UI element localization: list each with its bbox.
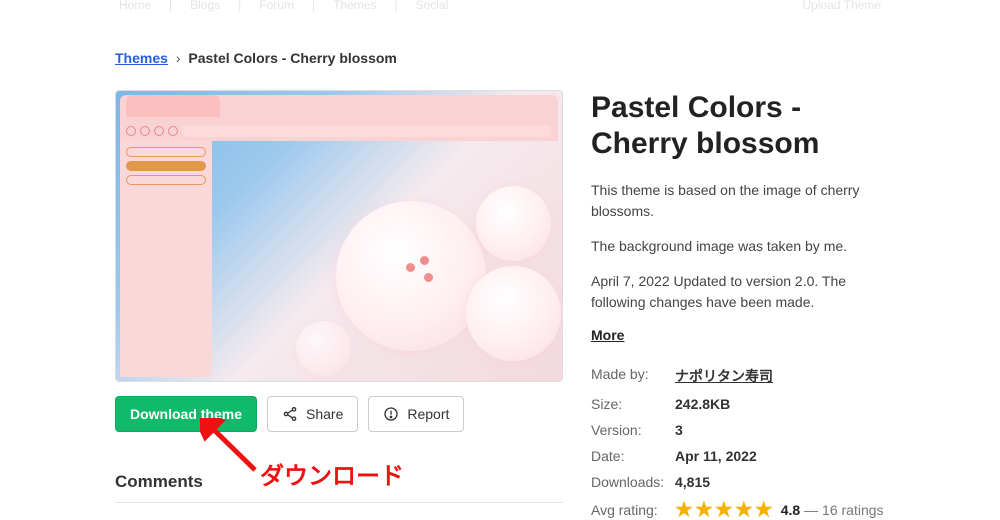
upload-theme-link[interactable]: Upload Theme <box>799 0 886 12</box>
star-icon: ★ <box>675 500 693 520</box>
star-icon: ★ <box>715 500 733 520</box>
nav-item[interactable]: Social <box>412 0 453 12</box>
report-icon <box>383 406 399 422</box>
theme-preview-image <box>115 90 563 382</box>
share-label: Share <box>306 406 343 422</box>
meta-label-rating: Avg rating: <box>591 502 675 518</box>
meta-value-size: 242.8KB <box>675 396 730 412</box>
share-button[interactable]: Share <box>267 396 358 432</box>
breadcrumb-separator: › <box>176 50 181 66</box>
meta-value-date: Apr 11, 2022 <box>675 448 757 464</box>
meta-label-version: Version: <box>591 422 675 438</box>
download-theme-label: Download theme <box>130 406 242 422</box>
nav-item[interactable]: Forum <box>255 0 298 12</box>
meta-label-size: Size: <box>591 396 675 412</box>
meta-value-downloads: 4,815 <box>675 474 710 490</box>
star-icon: ★ <box>695 500 713 520</box>
theme-meta-table: Made by: ナポリタン寿司 Size: 242.8KB Version: … <box>591 361 885 520</box>
nav-item[interactable]: Themes <box>329 0 380 12</box>
theme-description-line: The background image was taken by me. <box>591 236 885 257</box>
meta-label-date: Date: <box>591 448 675 464</box>
star-icon: ★ <box>735 500 753 520</box>
rating-value: 4.8 <box>781 502 800 518</box>
more-link[interactable]: More <box>591 327 624 343</box>
meta-label-downloads: Downloads: <box>591 474 675 490</box>
rating-count: — 16 ratings <box>804 502 883 518</box>
divider <box>115 502 563 503</box>
theme-description-line: April 7, 2022 Updated to version 2.0. Th… <box>591 271 885 313</box>
theme-description-line: This theme is based on the image of cher… <box>591 180 885 222</box>
theme-title: Pastel Colors - Cherry blossom <box>591 90 885 162</box>
share-icon <box>282 406 298 422</box>
top-nav: Home | Blogs | Forum | Themes | Social U… <box>0 0 1000 10</box>
comments-heading: Comments <box>115 472 563 492</box>
breadcrumb-current: Pastel Colors - Cherry blossom <box>188 50 397 66</box>
meta-label-made-by: Made by: <box>591 366 675 386</box>
breadcrumb-root-link[interactable]: Themes <box>115 50 168 66</box>
author-link[interactable]: ナポリタン寿司 <box>675 368 773 384</box>
download-theme-button[interactable]: Download theme <box>115 396 257 432</box>
star-icon: ★ <box>755 500 773 520</box>
nav-item[interactable]: Blogs <box>186 0 224 12</box>
rating-stars: ★ ★ ★ ★ ★ <box>675 500 773 520</box>
meta-value-version: 3 <box>675 422 683 438</box>
report-button[interactable]: Report <box>368 396 464 432</box>
breadcrumb: Themes › Pastel Colors - Cherry blossom <box>115 50 885 66</box>
report-label: Report <box>407 406 449 422</box>
nav-item[interactable]: Home <box>115 0 155 12</box>
